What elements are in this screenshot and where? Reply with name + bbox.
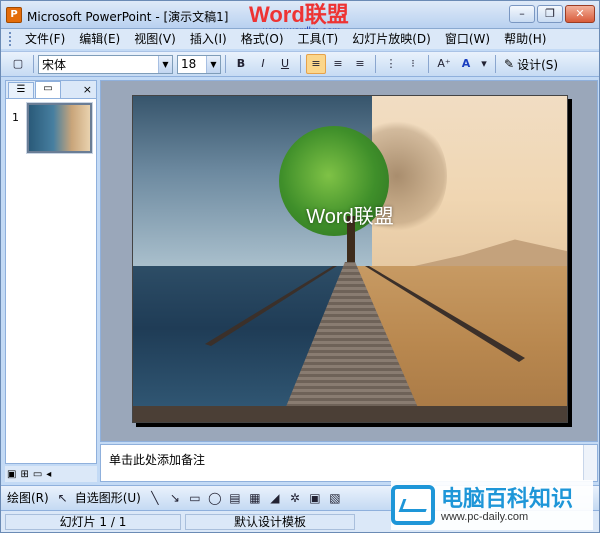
slide-editing-area: Word联盟 xyxy=(100,80,598,442)
numbering-icon[interactable]: ⋮ xyxy=(381,54,401,74)
thumbnail-image xyxy=(29,105,90,151)
toolbar-separator xyxy=(375,55,376,73)
logo-text: 电脑百科知识 www.pc-daily.com xyxy=(441,486,574,524)
align-left-icon[interactable]: ≡ xyxy=(306,54,326,74)
design-button[interactable]: ✎ 设计(S) xyxy=(500,56,562,73)
menu-file[interactable]: 文件(F) xyxy=(18,30,72,48)
rectangle-icon[interactable]: ▭ xyxy=(187,490,203,506)
italic-button[interactable]: I xyxy=(253,54,273,74)
pier-foreground xyxy=(133,406,567,422)
design-icon: ✎ xyxy=(504,57,515,71)
font-name-value: 宋体 xyxy=(42,57,67,72)
line-icon[interactable]: ╲ xyxy=(147,490,163,506)
powerpoint-window: P Microsoft PowerPoint - [演示文稿1] Word联盟 … xyxy=(0,0,600,533)
autoshapes-button[interactable]: 自选图形(U) xyxy=(75,489,141,507)
logo-url: www.pc-daily.com xyxy=(441,511,529,523)
pane-tabs: ☰ ▭ × xyxy=(6,81,96,99)
outline-tab-icon[interactable]: ☰ xyxy=(8,82,34,98)
normal-view-icon[interactable]: ▣ xyxy=(7,469,16,480)
watermark-brand: Word联盟 xyxy=(249,2,349,27)
window-title: Microsoft PowerPoint - [演示文稿1] xyxy=(27,10,229,24)
menu-window[interactable]: 窗口(W) xyxy=(438,30,497,48)
select-arrow-icon[interactable]: ↖ xyxy=(55,490,71,506)
toolbar-separator xyxy=(33,55,34,73)
menu-help[interactable]: 帮助(H) xyxy=(497,30,553,48)
menu-edit[interactable]: 编辑(E) xyxy=(72,30,127,48)
align-right-icon[interactable]: ≡ xyxy=(350,54,370,74)
slide-caption[interactable]: Word联盟 xyxy=(133,200,567,229)
menu-slideshow[interactable]: 幻灯片放映(D) xyxy=(345,30,438,48)
font-color-icon[interactable]: A xyxy=(456,54,476,74)
scroll-left-icon[interactable]: ◂ xyxy=(46,469,51,480)
wordart-icon[interactable]: ◢ xyxy=(267,490,283,506)
logo-name: 电脑百科知识 xyxy=(441,486,574,511)
arrow-icon[interactable]: ↘ xyxy=(167,490,183,506)
toolbar-separator xyxy=(495,55,496,73)
close-button[interactable]: ✕ xyxy=(565,5,595,23)
diagram-icon[interactable]: ✲ xyxy=(287,490,303,506)
chevron-down-icon[interactable]: ▼ xyxy=(158,55,172,73)
image-icon[interactable]: ▧ xyxy=(327,490,343,506)
slide-counter: 幻灯片 1 / 1 xyxy=(5,513,181,530)
monitor-icon xyxy=(391,485,435,525)
increase-font-icon[interactable]: A⁺ xyxy=(434,54,454,74)
formatting-toolbar: ▢ 宋体 ▼ 18 ▼ B I U ≡ ≡ ≡ ⋮ ⁝ A⁺ A ▾ ✎ 设计(… xyxy=(1,51,599,77)
textbox-icon[interactable]: ▤ xyxy=(227,490,243,506)
new-document-icon[interactable]: ▢ xyxy=(8,54,28,74)
design-label: 设计(S) xyxy=(517,57,559,72)
slides-tab-icon[interactable]: ▭ xyxy=(35,81,61,98)
restore-button[interactable]: ❐ xyxy=(537,5,563,23)
site-logo: 电脑百科知识 www.pc-daily.com xyxy=(391,480,593,530)
font-size-value: 18 xyxy=(181,57,197,71)
font-size-combo[interactable]: 18 ▼ xyxy=(177,54,221,74)
draw-menu-button[interactable]: 绘图(R) xyxy=(7,489,49,507)
menubar-grip-icon[interactable] xyxy=(9,32,12,46)
slide-canvas[interactable]: Word联盟 xyxy=(132,95,568,423)
clipart-icon[interactable]: ▣ xyxy=(307,490,323,506)
oval-icon[interactable]: ◯ xyxy=(207,490,223,506)
align-center-icon[interactable]: ≡ xyxy=(328,54,348,74)
minimize-button[interactable]: – xyxy=(509,5,535,23)
menu-format[interactable]: 格式(O) xyxy=(234,30,291,48)
bold-button[interactable]: B xyxy=(231,54,251,74)
underline-button[interactable]: U xyxy=(275,54,295,74)
notes-pane[interactable]: 单击此处添加备注 xyxy=(100,444,598,482)
toolbar-separator xyxy=(428,55,429,73)
notes-placeholder: 单击此处添加备注 xyxy=(109,453,206,467)
title-bar: P Microsoft PowerPoint - [演示文稿1] Word联盟 … xyxy=(1,1,599,37)
slide-thumbnail[interactable] xyxy=(27,103,92,153)
slideshow-view-icon[interactable]: ▭ xyxy=(33,469,42,480)
view-buttons: ▣ ⊞ ▭ ◂ xyxy=(5,466,97,482)
chevron-down-icon[interactable]: ▾ xyxy=(478,54,490,74)
sorter-view-icon[interactable]: ⊞ xyxy=(20,469,28,480)
menu-tools[interactable]: 工具(T) xyxy=(291,30,346,48)
notes-scrollbar[interactable] xyxy=(583,445,597,481)
toolbar-separator xyxy=(225,55,226,73)
insert-picture-icon[interactable]: ▦ xyxy=(247,490,263,506)
menu-view[interactable]: 视图(V) xyxy=(127,30,183,48)
chevron-down-icon[interactable]: ▼ xyxy=(206,55,220,73)
toolbar-separator xyxy=(300,55,301,73)
design-template-name: 默认设计模板 xyxy=(185,513,355,530)
menu-bar: 文件(F) 编辑(E) 视图(V) 插入(I) 格式(O) 工具(T) 幻灯片放… xyxy=(1,29,599,49)
menu-insert[interactable]: 插入(I) xyxy=(183,30,234,48)
font-name-combo[interactable]: 宋体 ▼ xyxy=(38,54,173,74)
slide-number: 1 xyxy=(12,111,19,124)
slides-pane: ☰ ▭ × 1 xyxy=(5,80,97,464)
bullets-icon[interactable]: ⁝ xyxy=(403,54,423,74)
close-pane-icon[interactable]: × xyxy=(83,82,92,98)
powerpoint-app-icon[interactable]: P xyxy=(6,7,22,23)
window-controls: – ❐ ✕ xyxy=(509,5,595,23)
